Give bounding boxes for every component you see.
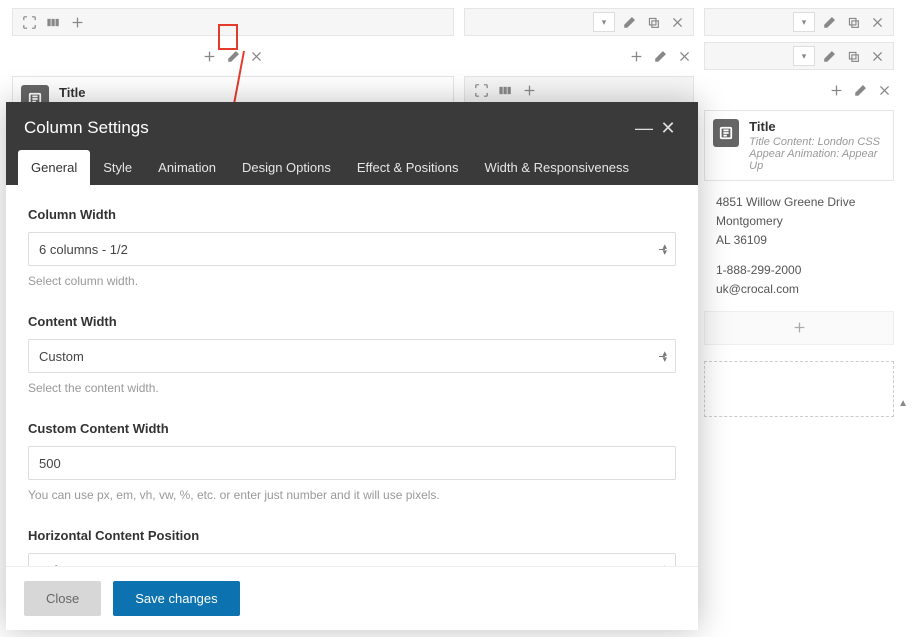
add-icon[interactable] <box>67 12 87 32</box>
column-settings-modal: Column Settings — ✕ General Style Animat… <box>6 102 698 630</box>
contact-line-3: AL 36109 <box>716 231 882 250</box>
custom-content-width-help: You can use px, em, vh, vw, %, etc. or e… <box>28 488 676 502</box>
remove-icon[interactable] <box>874 80 894 100</box>
select-updown-icon: ▴▾ <box>662 243 667 255</box>
save-changes-button[interactable]: Save changes <box>113 581 239 616</box>
modal-tabs: General Style Animation Design Options E… <box>6 150 698 185</box>
close-icon[interactable]: ✕ <box>656 116 680 140</box>
title-element-right[interactable]: Title Title Content: London CSS Appear A… <box>704 110 894 181</box>
content-width-help: Select the content width. <box>28 381 676 395</box>
tab-design-options[interactable]: Design Options <box>229 150 344 185</box>
edit-icon[interactable] <box>619 12 639 32</box>
title-heading: Title <box>749 119 885 134</box>
horizontal-position-select[interactable]: Left ▴▾ <box>28 553 676 566</box>
remove-icon[interactable] <box>674 46 694 66</box>
clone-icon[interactable] <box>843 12 863 32</box>
column-width-value: 6 columns - 1/2 <box>39 242 128 257</box>
content-width-value: Custom <box>39 349 84 364</box>
column-width-select[interactable]: 6 columns - 1/2 ▴▾ <box>28 232 676 266</box>
edit-icon[interactable] <box>819 12 839 32</box>
scroll-up-arrow-icon[interactable]: ▲ <box>898 398 908 409</box>
columns-icon[interactable] <box>495 80 515 100</box>
column-width-help: Select column width. <box>28 274 676 288</box>
clone-icon[interactable] <box>643 12 663 32</box>
row-toolbar-right-1: ▾ <box>704 8 894 36</box>
tab-width-responsiveness[interactable]: Width & Responsiveness <box>472 150 643 185</box>
row-toolbar-mid-2 <box>464 76 694 104</box>
remove-icon[interactable] <box>867 12 887 32</box>
column-inner-toolbar-mid <box>464 42 694 70</box>
column-inner-toolbar-right <box>704 76 894 104</box>
custom-content-width-label: Custom Content Width <box>28 421 676 436</box>
content-width-label: Content Width <box>28 314 676 329</box>
annotation-highlight-box <box>218 24 238 50</box>
empty-dropzone[interactable] <box>704 361 894 417</box>
tab-animation[interactable]: Animation <box>145 150 229 185</box>
custom-content-width-input[interactable] <box>28 446 676 480</box>
contact-line-1: 4851 Willow Greene Drive <box>716 193 882 212</box>
dropdown-toggle[interactable]: ▾ <box>793 12 815 32</box>
close-button[interactable]: Close <box>24 581 101 616</box>
title-meta-2: Appear Animation: Appear Up <box>749 148 885 172</box>
add-icon <box>789 318 809 338</box>
select-updown-icon: ▴▾ <box>662 350 667 362</box>
add-icon[interactable] <box>199 46 219 66</box>
expand-icon[interactable] <box>19 12 39 32</box>
contact-email: uk@crocal.com <box>716 280 882 299</box>
horizontal-position-value: Left <box>39 563 61 567</box>
remove-icon[interactable] <box>247 46 267 66</box>
column-width-label: Column Width <box>28 207 676 222</box>
title-heading: Title <box>59 85 368 100</box>
modal-title: Column Settings <box>24 118 149 138</box>
columns-icon[interactable] <box>43 12 63 32</box>
title-element-icon <box>713 119 739 147</box>
dropdown-toggle[interactable]: ▾ <box>793 46 815 66</box>
minimize-icon[interactable]: — <box>632 116 656 140</box>
select-updown-icon: ▴▾ <box>662 564 667 566</box>
edit-icon[interactable] <box>650 46 670 66</box>
contact-phone: 1-888-299-2000 <box>716 261 882 280</box>
edit-icon[interactable] <box>850 80 870 100</box>
tab-style[interactable]: Style <box>90 150 145 185</box>
add-icon[interactable] <box>627 46 647 66</box>
clone-icon[interactable] <box>843 46 863 66</box>
dropdown-toggle[interactable]: ▾ <box>593 12 615 32</box>
contact-line-2: Montgomery <box>716 212 882 231</box>
horizontal-position-label: Horizontal Content Position <box>28 528 676 543</box>
remove-icon[interactable] <box>667 12 687 32</box>
row-toolbar-right-2: ▾ <box>704 42 894 70</box>
tab-effect-positions[interactable]: Effect & Positions <box>344 150 472 185</box>
contact-text-block: 4851 Willow Greene Drive Montgomery AL 3… <box>704 187 894 305</box>
add-element-row[interactable] <box>704 311 894 345</box>
remove-icon[interactable] <box>867 46 887 66</box>
expand-icon[interactable] <box>471 80 491 100</box>
title-meta-1: Title Content: London CSS <box>749 136 885 148</box>
add-icon[interactable] <box>827 80 847 100</box>
content-width-select[interactable]: Custom ▴▾ <box>28 339 676 373</box>
tab-general[interactable]: General <box>18 150 90 185</box>
row-toolbar-mid: ▾ <box>464 8 694 36</box>
add-icon[interactable] <box>519 80 539 100</box>
edit-icon[interactable] <box>819 46 839 66</box>
